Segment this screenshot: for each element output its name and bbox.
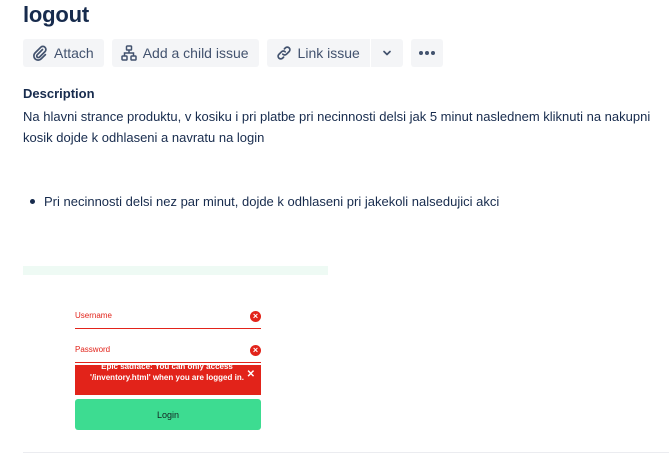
error-message: Epic sadface: You can only access '/inve…: [90, 365, 244, 382]
link-issue-button[interactable]: Link issue: [266, 39, 370, 67]
password-placeholder: Password: [75, 345, 111, 354]
link-issue-group: Link issue: [266, 39, 403, 67]
chevron-down-icon: [379, 45, 395, 61]
login-button: Login: [75, 399, 261, 430]
link-issue-label: Link issue: [297, 45, 360, 61]
add-child-issue-button[interactable]: Add a child issue: [111, 39, 259, 67]
add-child-issue-label: Add a child issue: [142, 45, 249, 61]
issue-title[interactable]: logout: [23, 2, 89, 28]
issue-toolbar: Attach Add a child issue Link issue: [23, 39, 443, 67]
more-icon: [417, 45, 437, 61]
bullet-dot: [30, 199, 35, 204]
link-icon: [276, 45, 292, 61]
close-icon: ✕: [246, 369, 255, 380]
description-heading: Description: [23, 86, 95, 101]
paperclip-icon: [32, 45, 48, 61]
username-field: Username ×: [75, 306, 261, 329]
description-text[interactable]: Na hlavni strance produktu, v kosiku i p…: [23, 106, 653, 148]
more-actions-button[interactable]: [410, 39, 443, 67]
link-issue-dropdown-button[interactable]: [370, 39, 403, 67]
attach-button[interactable]: Attach: [23, 39, 104, 67]
screenshot-header-strip: [23, 266, 328, 275]
bullet-text: Pri necinnosti delsi nez par minut, dojd…: [44, 194, 500, 209]
attached-screenshot[interactable]: Username × Password × Epic sadface: You …: [23, 266, 328, 438]
error-x-icon: ×: [250, 345, 261, 356]
attach-label: Attach: [54, 45, 94, 61]
hierarchy-icon: [120, 45, 137, 61]
error-x-icon: ×: [250, 311, 261, 322]
password-field: Password ×: [75, 340, 261, 363]
divider: [23, 452, 669, 453]
username-placeholder: Username: [75, 311, 112, 320]
error-message-box: Epic sadface: You can only access '/inve…: [75, 365, 261, 395]
description-bullet: Pri necinnosti delsi nez par minut, dojd…: [30, 194, 499, 209]
